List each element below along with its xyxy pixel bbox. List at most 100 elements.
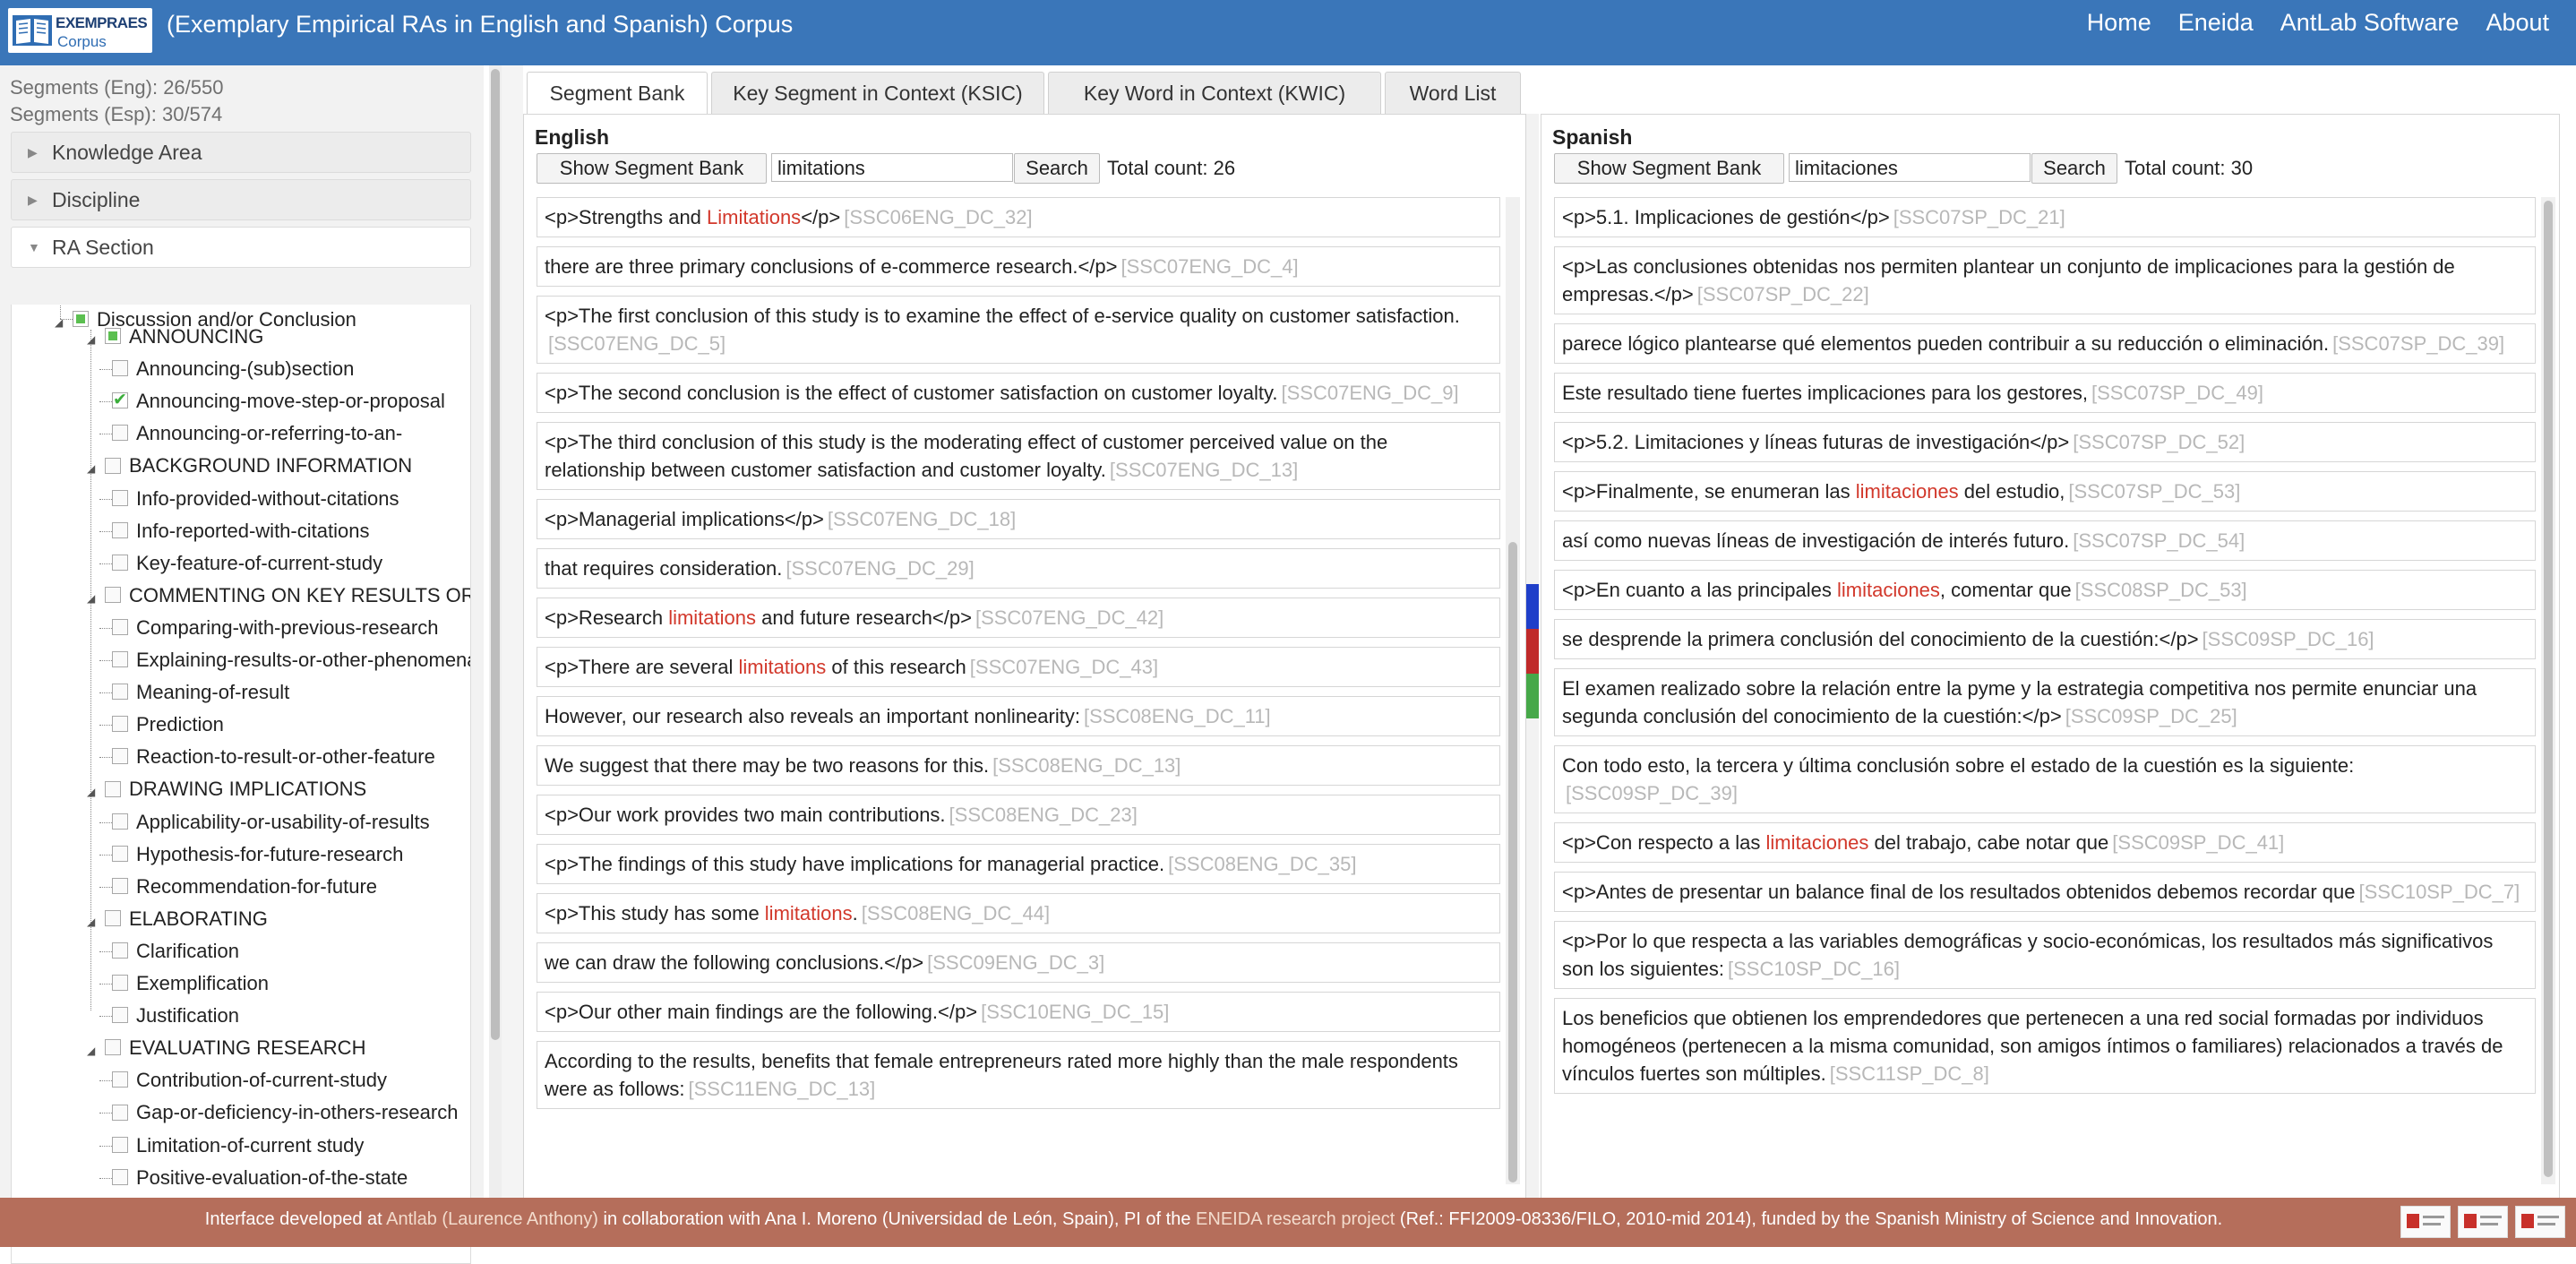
segment-row[interactable]: Los beneficios que obtienen los emprende… [1554,998,2536,1094]
tree-node-item[interactable]: Hypothesis-for-future-research [99,839,403,870]
segment-row[interactable]: <p>Con respecto a las limitaciones del t… [1554,822,2536,863]
spanish-search-input[interactable]: limitaciones [1789,153,2031,182]
panel-divider[interactable] [1526,114,1539,1198]
segment-row[interactable]: <p>En cuanto a las principales limitacio… [1554,570,2536,610]
segment-row[interactable]: <p>5.1. Implicaciones de gestión</p> [SSC… [1554,197,2536,237]
segment-row[interactable]: However, our research also reveals an im… [537,696,1500,736]
tree-checkbox[interactable] [112,425,128,442]
tree-checkbox[interactable] [112,360,128,377]
tree-checkbox[interactable] [112,684,128,701]
segment-row[interactable]: <p>Research limitations and future resea… [537,598,1500,638]
sidebar-scrollbar[interactable] [489,65,502,1198]
collapse-icon[interactable]: ◢ [87,453,101,484]
tree-checkbox[interactable] [105,1039,121,1056]
tree-node-item[interactable]: Contribution-of-current-study [99,1065,387,1096]
tree-checkbox[interactable] [105,328,121,345]
segment-row[interactable]: According to the results, benefits that … [537,1041,1500,1109]
tree-checkbox[interactable] [112,554,128,571]
tree-checkbox[interactable] [105,780,121,797]
tree-checkbox[interactable] [105,909,121,926]
tree-node-item[interactable]: Explaining-results-or-other-phenomena [99,645,470,675]
tree-node-item[interactable]: Exemplification [99,968,269,999]
tab-kwic[interactable]: Key Word in Context (KWIC) [1048,72,1381,114]
tree-checkbox[interactable] [112,619,128,636]
segment-row[interactable]: <p>Our work provides two main contributi… [537,795,1500,835]
segment-row[interactable]: <p>Las conclusiones obtenidas nos permit… [1554,246,2536,314]
segment-row[interactable]: así como nuevas líneas de investigación … [1554,520,2536,561]
segment-row[interactable]: <p>The first conclusion of this study is… [537,296,1500,364]
eneida-project-link[interactable]: ENEIDA research project [1196,1209,1395,1229]
tree-checkbox[interactable] [112,521,128,538]
tree-node-item[interactable]: Limitation-of-current study [99,1131,364,1161]
tree-checkbox[interactable] [112,385,128,416]
segment-row[interactable]: <p>The second conclusion is the effect o… [537,373,1500,413]
tree-checkbox[interactable] [105,457,121,474]
segment-row[interactable]: that requires consideration. [SSC07ENG_DC… [537,548,1500,589]
spanish-search-button[interactable]: Search [2031,153,2117,184]
accordion-knowledge-area[interactable]: ▶ Knowledge Area [11,132,471,173]
tree-node-item[interactable]: Positive-evaluation-of-the-state [99,1163,408,1193]
tab-segment-bank[interactable]: Segment Bank [527,72,708,115]
segment-row[interactable]: <p>The third conclusion of this study is… [537,422,1500,490]
english-show-segment-bank-button[interactable]: Show Segment Bank [537,153,767,184]
tree-node-item[interactable]: Meaning-of-result [99,677,289,708]
tree-checkbox[interactable] [112,1104,128,1121]
collapse-icon[interactable]: ◢ [87,583,101,614]
english-search-input[interactable]: limitations [771,153,1013,182]
accordion-discipline[interactable]: ▶ Discipline [11,179,471,220]
tree-checkbox[interactable] [112,975,128,992]
spanish-scrollbar[interactable] [2541,197,2555,1184]
tree-checkbox[interactable] [112,651,128,668]
segment-row[interactable]: there are three primary conclusions of e… [537,246,1500,287]
collapse-icon[interactable]: ◢ [87,324,101,355]
tree-checkbox[interactable] [112,748,128,765]
tree-node-category[interactable]: ◢ DRAWING IMPLICATIONS [87,774,366,804]
nav-antlab-software[interactable]: AntLab Software [2280,9,2460,37]
segment-row[interactable]: <p>This study has some limitations. [SSC0… [537,893,1500,933]
tree-checkbox[interactable] [112,716,128,733]
tree-node-category[interactable]: ◢ EVALUATING RESEARCH [87,1033,365,1063]
tree-node-item[interactable]: Reaction-to-result-or-other-feature [99,742,435,772]
scrollbar-thumb[interactable] [2544,201,2553,1177]
segment-row[interactable]: we can draw the following conclusions.</… [537,942,1500,983]
tree-checkbox[interactable] [112,1168,128,1185]
tab-word-list[interactable]: Word List [1385,72,1521,114]
tree-node-item[interactable]: Announcing-(sub)section [99,354,354,384]
tree-node-item[interactable]: Gap-or-deficiency-in-others-research [99,1097,458,1128]
accordion-ra-section[interactable]: ▼ RA Section [11,227,471,268]
segment-row[interactable]: <p>5.2. Limitaciones y líneas futuras de… [1554,422,2536,462]
spanish-show-segment-bank-button[interactable]: Show Segment Bank [1554,153,1784,184]
tab-ksic[interactable]: Key Segment in Context (KSIC) [711,72,1044,114]
tree-checkbox[interactable] [105,586,121,603]
tree-checkbox[interactable] [112,845,128,862]
segment-row[interactable]: Este resultado tiene fuertes implicacion… [1554,373,2536,413]
collapse-icon[interactable]: ◢ [87,907,101,937]
tree-node-item[interactable]: Recommendation-for-future [99,872,377,902]
tree-node-item[interactable]: Prediction [99,709,224,740]
tree-checkbox[interactable] [112,1136,128,1153]
scrollbar-thumb[interactable] [491,69,500,1040]
collapse-icon[interactable]: ◢ [87,1036,101,1066]
scrollbar-thumb[interactable] [1508,542,1517,1182]
segment-row[interactable]: Con todo esto, la tercera y última concl… [1554,745,2536,813]
tree-node-category[interactable]: ◢ BACKGROUND INFORMATION [87,451,412,481]
tree-checkbox[interactable] [112,1071,128,1088]
tree-node-item[interactable]: Justification [99,1001,239,1031]
tree-checkbox[interactable] [112,489,128,506]
segment-row[interactable]: <p>Strengths and Limitations</p> [SSC06EN… [537,197,1500,237]
segment-row[interactable]: <p>There are several limitations of this… [537,647,1500,687]
nav-eneida[interactable]: Eneida [2178,9,2254,37]
segment-row[interactable]: <p>Finalmente, se enumeran las limitacio… [1554,471,2536,512]
segment-row[interactable]: We suggest that there may be two reasons… [537,745,1500,786]
tree-checkbox[interactable] [112,877,128,894]
segment-row[interactable]: se desprende la primera conclusión del c… [1554,619,2536,659]
segment-row[interactable]: <p>Managerial implications</p> [SSC07ENG_… [537,499,1500,539]
tree-checkbox[interactable] [112,1007,128,1024]
collapse-icon[interactable]: ◢ [87,777,101,807]
tree-node-category[interactable]: ◢ COMMENTING ON KEY RESULTS OR [87,580,470,614]
segment-row[interactable]: <p>Por lo que respecta a las variables d… [1554,921,2536,989]
english-scrollbar[interactable] [1506,197,1520,1184]
tree-node-item[interactable]: Info-provided-without-citations [99,484,399,514]
tree-node-category[interactable]: ◢ ANNOUNCING [87,322,263,352]
segment-row[interactable]: El examen realizado sobre la relación en… [1554,668,2536,736]
